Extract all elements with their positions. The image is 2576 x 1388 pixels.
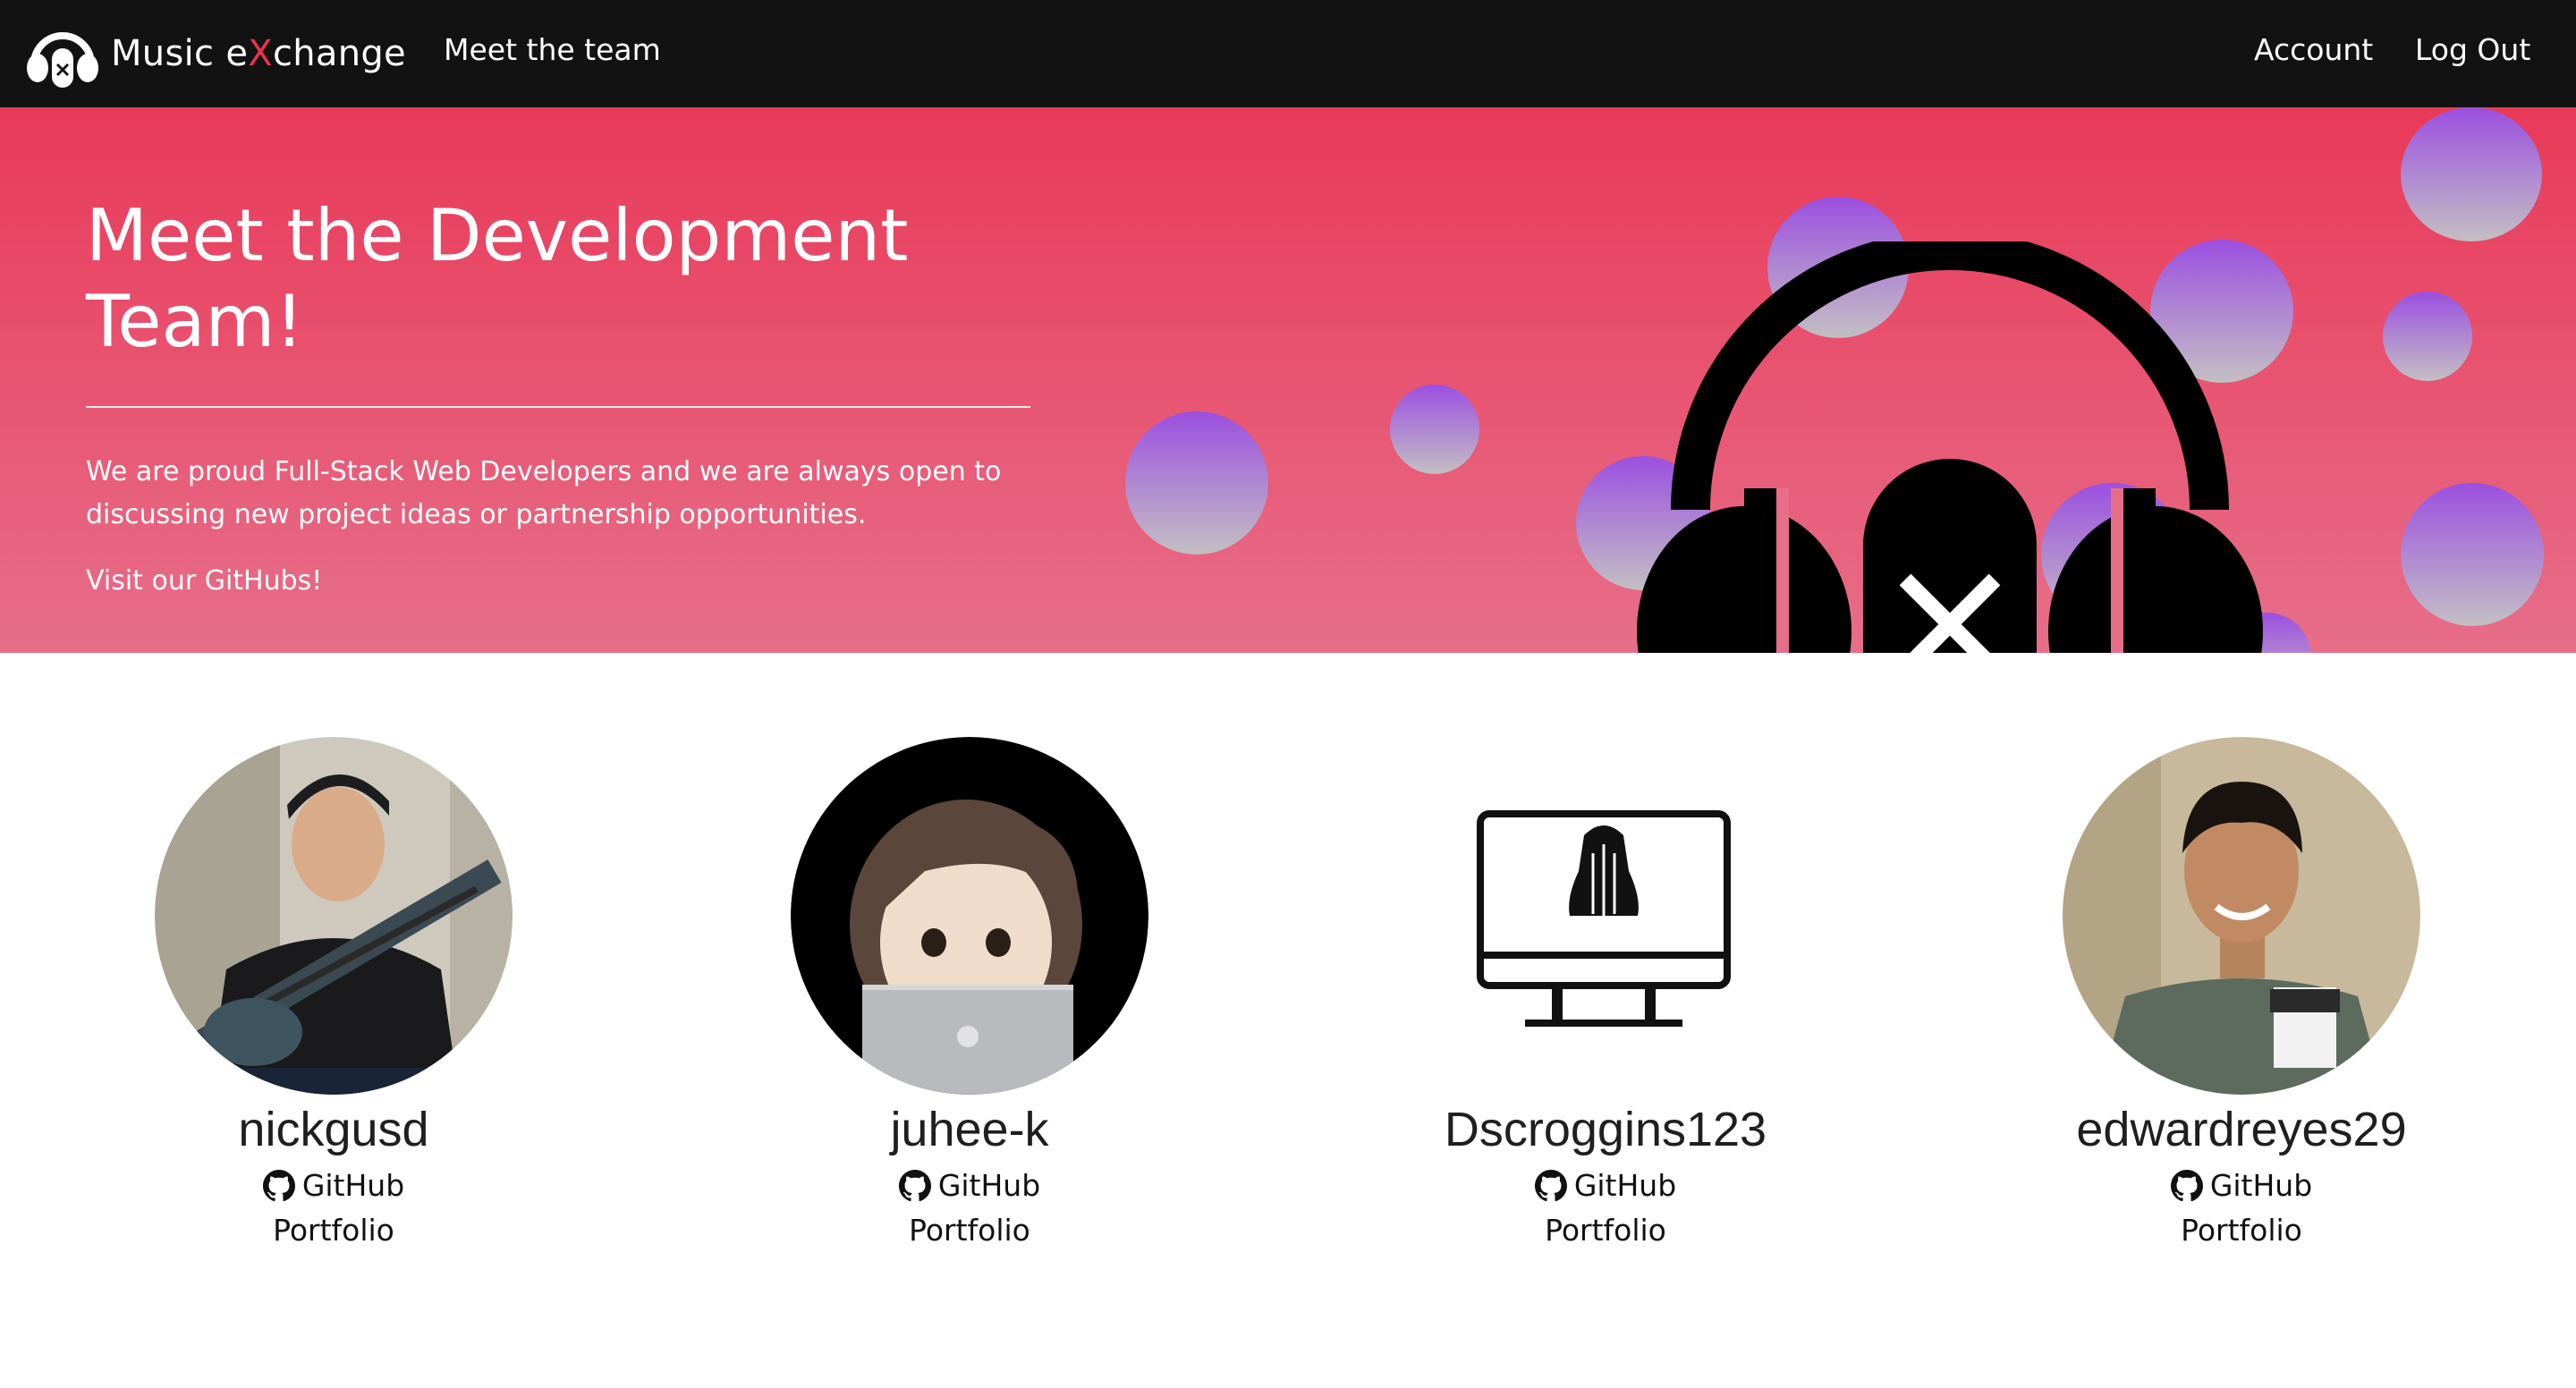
hero-visit-github: Visit our GitHubs! (86, 565, 323, 597)
github-link[interactable]: GitHub (1400, 1168, 1811, 1204)
decorative-bubble (1390, 385, 1479, 474)
portfolio-link[interactable]: Portfolio (764, 1213, 1175, 1248)
avatar-photo (2063, 737, 2420, 1095)
member-name: juhee-k (890, 1103, 1049, 1156)
member-name: Dscroggins123 (1444, 1103, 1767, 1156)
decorative-bubble (2383, 292, 2472, 381)
github-label: GitHub (937, 1168, 1041, 1203)
brand-name: Music eXchange (111, 33, 406, 74)
team-member-card: Dscroggins123 GitHub Portfolio (1400, 737, 1811, 1248)
navbar: Music eXchange Meet the team Account Log… (0, 0, 2576, 107)
github-link[interactable]: GitHub (128, 1168, 539, 1204)
portfolio-link[interactable]: Portfolio (2036, 1213, 2447, 1248)
headphones-logo-icon (27, 32, 98, 88)
avatar-photo (155, 737, 513, 1095)
brand[interactable]: Music eXchange (25, 18, 406, 89)
decorative-bubble (2401, 483, 2544, 626)
portfolio-link[interactable]: Portfolio (1400, 1213, 1811, 1248)
github-link[interactable]: GitHub (764, 1168, 1175, 1204)
hero-title: Meet the Development Team! (86, 194, 909, 363)
team-member-card: nickgusd GitHub Portfolio (128, 737, 539, 1248)
github-icon (898, 1170, 931, 1202)
team-member-card: juhee-k GitHub Portfolio (764, 737, 1175, 1248)
hero-banner: Meet the Development Team! We are proud … (0, 107, 2576, 653)
member-name: edwardreyes29 (2076, 1103, 2407, 1156)
nav-logout[interactable]: Log Out (2415, 32, 2530, 67)
github-label: GitHub (2209, 1168, 2313, 1203)
team-member-card: edwardreyes29 GitHub Portfolio (2036, 737, 2447, 1248)
github-icon (2170, 1170, 2203, 1202)
nav-account[interactable]: Account (2254, 32, 2373, 67)
github-label: GitHub (1573, 1168, 1677, 1203)
hero-divider (86, 406, 1030, 408)
hero-description: We are proud Full-Stack Web Developers a… (86, 456, 1002, 530)
member-name: nickgusd (238, 1103, 429, 1156)
github-icon (262, 1170, 295, 1202)
github-label: GitHub (301, 1168, 405, 1203)
decorative-bubble (2401, 107, 2542, 241)
avatar-memoji (791, 737, 1148, 1095)
github-icon (1534, 1170, 1567, 1202)
decorative-bubble (1125, 411, 1268, 554)
nav-meet-the-team[interactable]: Meet the team (444, 32, 661, 67)
portfolio-link[interactable]: Portfolio (128, 1213, 539, 1248)
avatar-computer-icon (1427, 737, 1784, 1095)
headphones-x-logo-icon (1637, 241, 2263, 653)
github-link[interactable]: GitHub (2036, 1168, 2447, 1204)
